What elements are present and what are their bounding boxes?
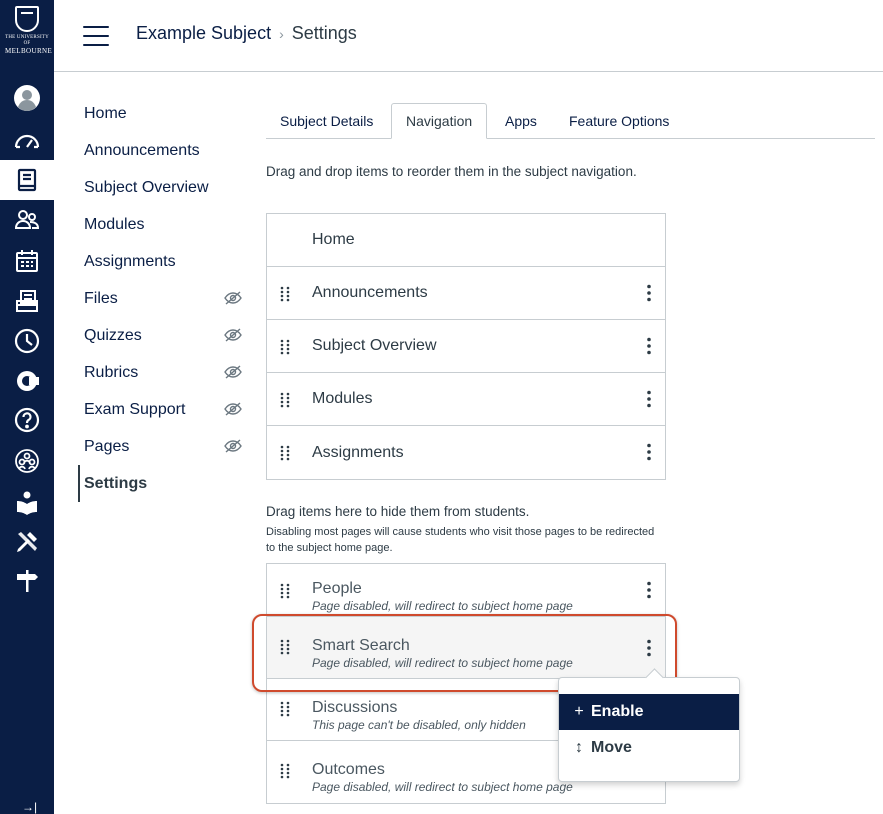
list-item[interactable]: Subject Overview (267, 320, 665, 373)
drag-handle-icon[interactable] (280, 339, 290, 355)
move-label: Move (591, 739, 632, 756)
page-header: Example Subject › Settings (54, 0, 883, 72)
course-nav-home[interactable]: Home (78, 95, 248, 132)
course-nav-files[interactable]: Files (78, 280, 248, 317)
course-nav-label: Home (84, 104, 127, 122)
course-nav-modules[interactable]: Modules (78, 206, 248, 243)
item-options-menu: + Enable ↕ Move (558, 677, 740, 782)
drag-handle-icon[interactable] (280, 583, 290, 599)
university-logo[interactable]: THE UNIVERSITY OF MELBOURNE (5, 6, 53, 64)
list-item[interactable]: Assignments (267, 426, 665, 479)
groups-icon[interactable] (0, 200, 54, 240)
hidden-eye-icon (224, 365, 242, 379)
list-item-label: Assignments (312, 443, 404, 461)
drag-handle-icon[interactable] (280, 392, 290, 408)
list-item: Home (267, 214, 665, 267)
kebab-menu-icon[interactable] (646, 581, 652, 599)
hidden-eye-icon (224, 439, 242, 453)
drag-handle-icon[interactable] (280, 445, 290, 461)
list-item-label: Modules (312, 390, 373, 407)
dashboard-icon[interactable] (0, 121, 54, 161)
list-item-label: Announcements (312, 284, 428, 301)
kebab-menu-icon[interactable] (646, 443, 652, 461)
course-nav-label: Exam Support (84, 400, 186, 418)
course-nav-label: Assignments (84, 252, 176, 270)
hidden-section-title: Drag items here to hide them from studen… (266, 504, 530, 519)
course-nav-exam-support[interactable]: Exam Support (78, 391, 248, 428)
course-nav-announcements[interactable]: Announcements (78, 132, 248, 169)
subjects-icon[interactable] (0, 160, 54, 200)
commons-icon[interactable] (0, 361, 54, 401)
hidden-section-note: Disabling most pages will cause students… (266, 526, 655, 554)
course-nav-label: Announcements (84, 141, 200, 159)
hidden-eye-icon (224, 402, 242, 416)
breadcrumb-separator-icon: › (279, 25, 284, 42)
kebab-menu-icon[interactable] (646, 390, 652, 408)
list-item-label: Discussions (312, 699, 398, 716)
enabled-nav-list: Home Announcements Subject Overview Modu… (266, 213, 666, 480)
list-item[interactable]: People Page disabled, will redirect to s… (267, 564, 665, 617)
global-nav: THE UNIVERSITY OF MELBOURNE →| (0, 0, 54, 814)
drag-handle-icon[interactable] (280, 286, 290, 302)
course-nav-pages[interactable]: Pages (78, 428, 248, 465)
hidden-eye-icon (224, 328, 242, 342)
course-nav-label: Modules (84, 215, 145, 233)
course-nav-label: Pages (84, 437, 130, 455)
hamburger-menu-icon[interactable] (83, 26, 109, 46)
list-item-status: This page can't be disabled, only hidden (312, 718, 526, 732)
course-nav-subject-overview[interactable]: Subject Overview (78, 169, 248, 206)
collapse-nav-icon[interactable]: →| (22, 800, 37, 814)
logo-text-small: THE UNIVERSITY OF (5, 35, 49, 46)
list-item-label: Home (312, 231, 355, 248)
navigation-instructions: Drag and drop items to reorder them in t… (266, 164, 637, 179)
tools-icon[interactable] (0, 522, 54, 562)
move-menu-item[interactable]: ↕ Move (559, 730, 739, 766)
tab-navigation[interactable]: Navigation (391, 103, 488, 139)
account-icon[interactable] (0, 78, 54, 118)
community-icon[interactable] (0, 441, 54, 481)
tab-apps[interactable]: Apps (491, 103, 551, 139)
plus-icon: + (574, 703, 584, 720)
list-item[interactable]: Announcements (267, 267, 665, 320)
logo-text-big: MELBOURNE (5, 47, 53, 55)
drag-handle-icon[interactable] (280, 763, 290, 779)
crest-icon (15, 6, 39, 32)
course-nav-label: Quizzes (84, 326, 142, 344)
history-icon[interactable] (0, 321, 54, 361)
breadcrumb-subject-link[interactable]: Example Subject (136, 23, 271, 44)
course-nav-settings[interactable]: Settings (78, 465, 248, 502)
course-nav-label: Subject Overview (84, 178, 209, 196)
drag-handle-icon[interactable] (280, 701, 290, 717)
help-icon[interactable] (0, 400, 54, 440)
breadcrumb-current: Settings (291, 23, 357, 43)
kebab-menu-icon[interactable] (646, 284, 652, 302)
breadcrumb: Example Subject › Settings (136, 23, 357, 44)
calendar-icon[interactable] (0, 241, 54, 281)
tab-subject-details[interactable]: Subject Details (266, 103, 387, 139)
kebab-menu-icon[interactable] (646, 337, 652, 355)
course-nav-assignments[interactable]: Assignments (78, 243, 248, 280)
list-item-label: Subject Overview (312, 337, 437, 354)
enable-label: Enable (591, 703, 644, 720)
settings-tabs: Subject Details Navigation Apps Feature … (266, 103, 875, 139)
list-item-status: Page disabled, will redirect to subject … (312, 780, 573, 794)
course-nav-quizzes[interactable]: Quizzes (78, 317, 248, 354)
inbox-icon[interactable] (0, 281, 54, 321)
course-nav-label: Files (84, 289, 118, 307)
course-nav: Home Announcements Subject Overview Modu… (78, 95, 248, 502)
list-item-label: Outcomes (312, 761, 385, 778)
course-nav-label: Rubrics (84, 363, 139, 381)
enable-menu-item[interactable]: + Enable (559, 694, 739, 730)
course-nav-label: Settings (84, 474, 148, 492)
list-item[interactable]: Modules (267, 373, 665, 426)
library-icon[interactable] (0, 482, 54, 522)
list-item-label: People (312, 580, 362, 597)
tab-feature-options[interactable]: Feature Options (555, 103, 683, 139)
move-arrows-icon: ↕ (575, 739, 583, 756)
signpost-icon[interactable] (0, 561, 54, 601)
hidden-eye-icon (224, 291, 242, 305)
list-item-status: Page disabled, will redirect to subject … (312, 599, 573, 613)
course-nav-rubrics[interactable]: Rubrics (78, 354, 248, 391)
